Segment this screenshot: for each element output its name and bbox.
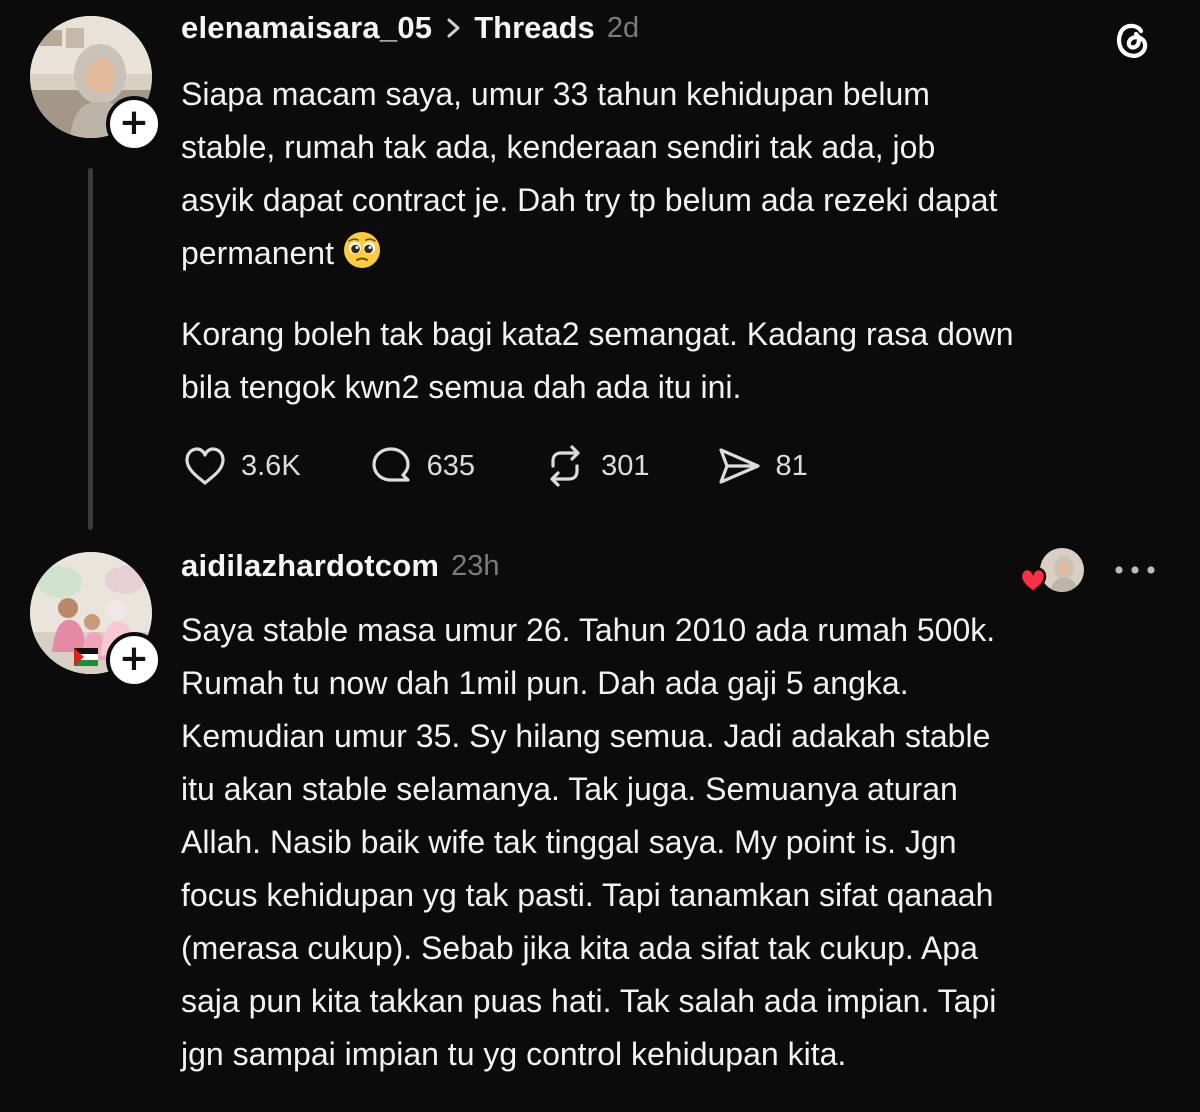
post-username[interactable]: elenamaisara_05 bbox=[181, 10, 432, 46]
share-count: 81 bbox=[775, 449, 808, 482]
more-icon[interactable] bbox=[1112, 562, 1158, 578]
comment-icon bbox=[372, 447, 410, 482]
repost-icon bbox=[550, 445, 580, 487]
post-body-paragraph-2: Korang boleh tak bagi kata2 semangat. Ka… bbox=[181, 316, 1014, 405]
pleading-face-emoji-icon bbox=[343, 232, 380, 268]
threads-logo-icon[interactable] bbox=[1110, 18, 1154, 62]
repost-count: 301 bbox=[601, 449, 650, 482]
reply-timestamp: 23h bbox=[451, 549, 500, 582]
post-body-text-1: Siapa macam saya, umur 33 tahun kehidupa… bbox=[181, 76, 998, 271]
reply-body: Saya stable masa umur 26. Tahun 2010 ada… bbox=[181, 612, 997, 1072]
post-header: elenamaisara_05 Threads 2d bbox=[181, 10, 639, 46]
post-timestamp: 2d bbox=[606, 11, 640, 44]
share-icon bbox=[719, 448, 761, 484]
post-body-paragraph-1: Siapa macam saya, umur 33 tahun kehidupa… bbox=[181, 68, 1171, 280]
follow-button-post-author[interactable]: + bbox=[106, 96, 162, 152]
follow-button-reply-author[interactable]: + bbox=[106, 632, 162, 688]
heart-icon bbox=[185, 447, 225, 485]
reply-header: aidilazhardotcom 23h bbox=[181, 548, 500, 584]
post-actions: 3.6K 635 301 81 bbox=[181, 442, 874, 490]
reply-username[interactable]: aidilazhardotcom bbox=[181, 548, 439, 584]
repost-button[interactable]: 301 bbox=[541, 442, 649, 490]
share-button[interactable]: 81 bbox=[715, 442, 808, 490]
like-count: 3.6K bbox=[241, 449, 301, 482]
reply-count: 635 bbox=[426, 449, 476, 482]
reply-button[interactable]: 635 bbox=[367, 442, 475, 490]
like-button[interactable]: 3.6K bbox=[181, 442, 301, 490]
chevron-right-icon bbox=[447, 18, 460, 38]
heart-badge-icon bbox=[1019, 567, 1047, 594]
thread-connector-line bbox=[88, 168, 93, 530]
post-community[interactable]: Threads bbox=[474, 10, 595, 46]
